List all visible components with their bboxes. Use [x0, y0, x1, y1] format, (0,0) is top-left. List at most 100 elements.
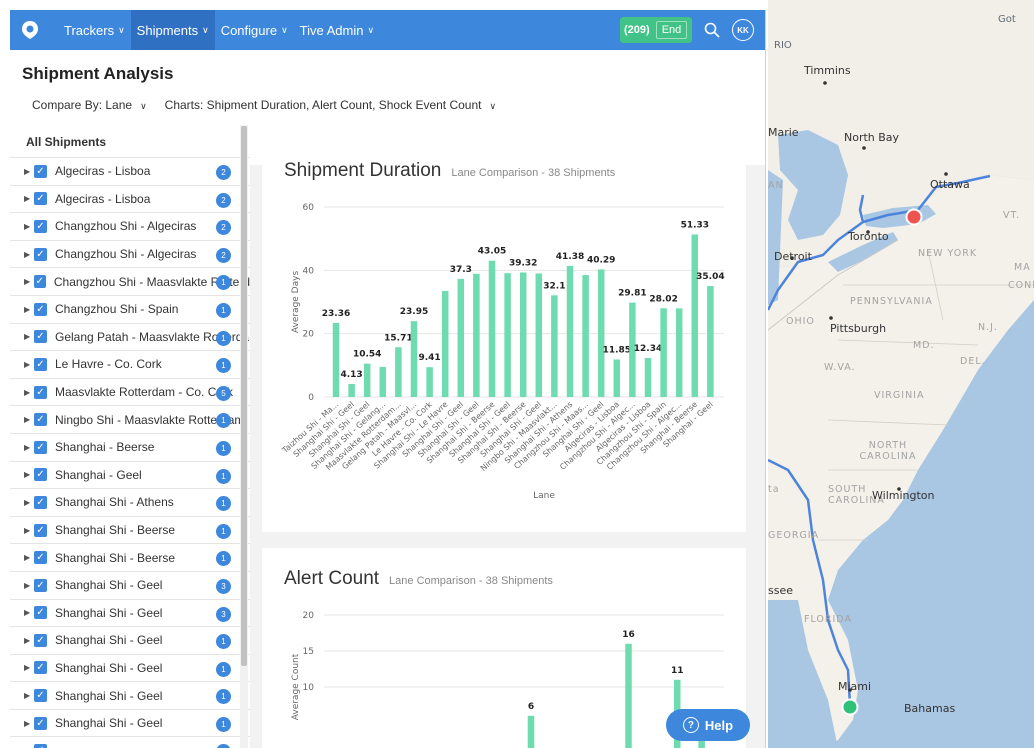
charts-dropdown[interactable]: Charts: Shipment Duration, Alert Count, …: [165, 98, 496, 112]
checkbox-checked-icon[interactable]: ✓: [34, 744, 47, 748]
expand-caret-icon[interactable]: ▶: [24, 332, 34, 341]
shipment-count-badge: 1: [216, 716, 231, 732]
map-state-label: OHIO: [786, 316, 815, 327]
expand-caret-icon[interactable]: ▶: [24, 167, 34, 176]
shipment-list-item[interactable]: ▶ ✓ Algeciras - Lisboa 2: [10, 157, 250, 185]
shipment-list-item[interactable]: ▶ ✓ Algeciras - Lisboa 2: [10, 184, 250, 213]
search-icon[interactable]: [700, 17, 724, 43]
chevron-down-icon: ∨: [281, 24, 288, 35]
nav-trackers[interactable]: Trackers ∨: [58, 10, 131, 50]
checkbox-checked-icon[interactable]: ✓: [34, 357, 47, 371]
end-button[interactable]: End: [655, 21, 688, 39]
nav-tive-admin[interactable]: Tive Admin ∨: [294, 10, 380, 50]
expand-caret-icon[interactable]: ▶: [24, 581, 34, 590]
shipment-list-item[interactable]: ▶ ✓ Changzhou Shi - Algeciras 2: [10, 239, 250, 268]
expand-caret-icon[interactable]: ▶: [24, 608, 34, 617]
bar: [457, 278, 465, 397]
checkbox-checked-icon[interactable]: ✓: [34, 523, 47, 537]
checkbox-checked-icon[interactable]: ✓: [34, 385, 47, 399]
help-button[interactable]: ? Help: [666, 709, 750, 741]
shipment-list-item[interactable]: ▶ ✓ Shanghai Shi - Beerse 1: [10, 515, 250, 544]
sidebar-scroll-thumb[interactable]: [241, 126, 247, 666]
bar: [551, 295, 558, 397]
expand-caret-icon[interactable]: ▶: [24, 222, 34, 231]
shipment-list-item[interactable]: ▶ ✓ Gelang Patah - Maasvlakte Rotterda 1: [10, 322, 250, 351]
expand-caret-icon[interactable]: ▶: [24, 250, 34, 259]
shipment-list-item[interactable]: ▶ ✓ Shanghai Shi - Geel 1: [10, 681, 250, 709]
checkbox-checked-icon[interactable]: ✓: [34, 219, 47, 233]
nav-shipments[interactable]: Shipments ∨: [130, 10, 215, 50]
shipment-list-item[interactable]: ▶ ✓ Changzhou Shi - Maasvlakte Rotterd 1: [10, 267, 250, 295]
expand-caret-icon[interactable]: ▶: [24, 305, 34, 314]
checkbox-checked-icon[interactable]: ✓: [34, 578, 47, 592]
expand-caret-icon[interactable]: ▶: [24, 194, 34, 203]
expand-caret-icon[interactable]: ▶: [24, 360, 34, 369]
expand-caret-icon[interactable]: ▶: [24, 691, 34, 700]
expand-caret-icon[interactable]: ▶: [24, 498, 34, 507]
checkbox-checked-icon[interactable]: ✓: [34, 606, 47, 620]
shipment-lane-label: Changzhou Shi - Algeciras: [55, 219, 197, 234]
shipment-list-item[interactable]: ▶ ✓ Shanghai Shi - Geel 1: [10, 653, 250, 682]
y-tick-label: 40: [303, 266, 315, 276]
checkbox-checked-icon[interactable]: ✓: [34, 330, 47, 344]
tracker-counter-badge[interactable]: (209) End: [620, 17, 692, 43]
expand-caret-icon[interactable]: ▶: [24, 663, 34, 672]
checkbox-checked-icon[interactable]: ✓: [34, 164, 47, 178]
shipment-list-item[interactable]: ▶ ✓ Shanghai Shi - Beerse 1: [10, 543, 250, 571]
shipment-list-item[interactable]: ▶✓1: [10, 736, 250, 748]
checkbox-checked-icon[interactable]: ✓: [34, 247, 47, 261]
expand-caret-icon[interactable]: ▶: [24, 719, 34, 728]
expand-caret-icon[interactable]: ▶: [24, 470, 34, 479]
expand-caret-icon[interactable]: ▶: [24, 553, 34, 562]
shipment-list-item[interactable]: ▶ ✓ Shanghai Shi - Athens 1: [10, 488, 250, 516]
shipment-list-item[interactable]: ▶ ✓ Changzhou Shi - Algeciras 2: [10, 212, 250, 240]
checkbox-checked-icon[interactable]: ✓: [34, 468, 47, 482]
map-view[interactable]: RIO Got Timmins Marie North Bay Ottawa A…: [768, 0, 1034, 748]
expand-caret-icon[interactable]: ▶: [24, 443, 34, 452]
nav-configure[interactable]: Configure ∨: [215, 10, 294, 50]
shipment-lane-label: Shanghai - Geel: [55, 467, 142, 482]
bar: [410, 321, 418, 397]
checkbox-checked-icon[interactable]: ✓: [34, 661, 47, 675]
tive-logo-icon[interactable]: [10, 10, 50, 50]
checkbox-checked-icon[interactable]: ✓: [34, 716, 47, 730]
shipment-list-item[interactable]: ▶ ✓ Changzhou Shi - Spain 1: [10, 294, 250, 323]
shipment-list-item[interactable]: ▶ ✓ Maasvlakte Rotterdam - Co. Cork 5: [10, 377, 250, 406]
shipment-count-badge: 3: [216, 578, 231, 594]
expand-caret-icon[interactable]: ▶: [24, 388, 34, 397]
checkbox-checked-icon[interactable]: ✓: [34, 495, 47, 509]
expand-caret-icon[interactable]: ▶: [24, 415, 34, 424]
shipment-count-badge: 2: [216, 192, 231, 208]
checkbox-checked-icon[interactable]: ✓: [34, 689, 47, 703]
checkbox-checked-icon[interactable]: ✓: [34, 633, 47, 647]
shipment-list-item[interactable]: ▶ ✓ Le Havre - Co. Cork 1: [10, 350, 250, 378]
user-avatar[interactable]: KK: [732, 19, 754, 41]
bar: [566, 265, 574, 397]
shipment-list-item[interactable]: ▶ ✓ Shanghai - Beerse 1: [10, 432, 250, 461]
expand-caret-icon[interactable]: ▶: [24, 277, 34, 286]
compare-by-dropdown[interactable]: Compare By: Lane: [32, 98, 147, 112]
checkbox-checked-icon[interactable]: ✓: [34, 413, 47, 427]
expand-caret-icon[interactable]: ▶: [24, 636, 34, 645]
map-label: Got: [998, 14, 1016, 25]
checkbox-checked-icon[interactable]: ✓: [34, 302, 47, 316]
expand-caret-icon[interactable]: ▶: [24, 526, 34, 535]
checkbox-checked-icon[interactable]: ✓: [34, 440, 47, 454]
map-canvas[interactable]: [768, 0, 1034, 748]
bar: [691, 234, 699, 397]
map-city-label: North Bay: [844, 131, 900, 144]
shipment-lane-label: Shanghai Shi - Geel: [55, 688, 163, 703]
shipment-list-item[interactable]: ▶ ✓ Shanghai - Geel 1: [10, 460, 250, 489]
checkbox-checked-icon[interactable]: ✓: [34, 192, 47, 206]
checkbox-checked-icon[interactable]: ✓: [33, 275, 46, 289]
shipment-list-item[interactable]: ▶ ✓ Ningbo Shi - Maasvlakte Rotterdam 1: [10, 405, 250, 433]
map-city-label: Marie: [768, 126, 799, 139]
checkbox-checked-icon[interactable]: ✓: [34, 551, 47, 565]
shipment-list-item[interactable]: ▶ ✓ Shanghai Shi - Geel 1: [10, 626, 250, 654]
compare-controls: Compare By: Lane Charts: Shipment Durati…: [32, 98, 496, 112]
shipment-list-item[interactable]: ▶ ✓ Shanghai Shi - Geel 1: [10, 708, 250, 737]
shipment-list-item[interactable]: ▶ ✓ Shanghai Shi - Geel 3: [10, 598, 250, 627]
data-label: 23.95: [400, 307, 428, 317]
shipment-list-item[interactable]: ▶ ✓ Shanghai Shi - Geel 3: [10, 570, 250, 599]
map-city-label: ssee: [768, 584, 793, 597]
